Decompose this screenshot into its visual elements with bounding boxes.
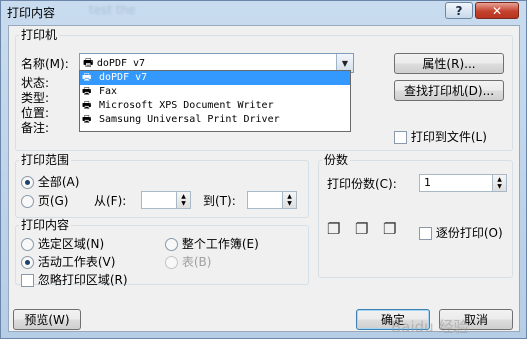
active-sheet-label: 活动工作表(V) xyxy=(37,255,116,269)
find-printer-button[interactable]: 查找打印机(D)... xyxy=(394,80,504,101)
radio-icon xyxy=(165,256,178,269)
print-range-title: 打印范围 xyxy=(19,153,72,167)
spin-down-icon[interactable]: ▼ xyxy=(287,200,292,207)
print-content-title: 打印内容 xyxy=(19,218,72,232)
collate-pages-icon: ❐ xyxy=(383,220,397,238)
printer-group-title: 打印机 xyxy=(19,28,60,42)
title-bar[interactable]: 打印内容 test the ? ✕ xyxy=(1,1,526,23)
spin-up-icon[interactable]: ▲ xyxy=(287,193,292,200)
printer-name-label: 名称(M): xyxy=(21,57,69,71)
printer-icon: 🖶 xyxy=(82,72,92,83)
printer-select-value: doPDF v7 xyxy=(96,58,146,69)
print-to-file-label: 打印到文件(L) xyxy=(410,130,487,144)
range-all-label: 全部(A) xyxy=(37,175,80,189)
range-pages-label: 页(G) xyxy=(37,194,69,208)
status-label: 状态: xyxy=(21,76,50,90)
radio-selected-icon[interactable] xyxy=(21,176,34,189)
ignore-print-area-checkbox[interactable]: 忽略打印区域(R) xyxy=(21,273,128,287)
printer-dropdown-list: 🖶 doPDF v7 🖶 Fax 🖶 Microsoft XPS Document W… xyxy=(79,70,351,132)
dialog-body: 打印机 名称(M): 🖶 doPDF v7 ▼ 🖶 doPDF v7 🖶 Fax 🖶… xyxy=(8,25,520,336)
range-all-radio[interactable]: 全部(A) xyxy=(21,175,79,189)
spin-down-icon[interactable]: ▼ xyxy=(497,183,502,190)
radio-icon[interactable] xyxy=(165,238,178,251)
printer-icon: 🖶 xyxy=(82,114,92,125)
radio-icon[interactable] xyxy=(21,195,34,208)
collate-pages-icon: ❐ xyxy=(327,220,341,238)
to-spinner[interactable]: ▲ ▼ xyxy=(282,191,297,209)
dropdown-option-xps[interactable]: 🖶 Microsoft XPS Document Writer xyxy=(80,99,350,113)
collate-label: 逐份打印(O) xyxy=(435,226,503,240)
from-label: 从(F): xyxy=(94,194,127,208)
type-label: 类型: xyxy=(21,91,50,105)
table-label: 表(B) xyxy=(181,255,212,269)
radio-icon[interactable] xyxy=(21,238,34,251)
printer-icon: 🖶 xyxy=(82,100,92,111)
checkbox-box[interactable] xyxy=(419,227,432,240)
preview-button[interactable]: 预览(W) xyxy=(13,309,81,330)
spin-down-icon[interactable]: ▼ xyxy=(181,200,186,207)
from-spinner[interactable]: ▲ ▼ xyxy=(176,191,191,209)
range-pages-radio[interactable]: 页(G) xyxy=(21,194,69,208)
baidu-watermark: Baidu 经验 xyxy=(391,318,469,336)
radio-selected-icon[interactable] xyxy=(21,256,34,269)
spin-up-icon[interactable]: ▲ xyxy=(497,176,502,183)
checkbox-box[interactable] xyxy=(394,131,407,144)
copies-count-label: 打印份数(C): xyxy=(327,177,397,191)
location-label: 位置: xyxy=(21,106,50,120)
copies-count-input[interactable]: 1 xyxy=(419,174,493,192)
collate-pages-icon: ❐ xyxy=(355,220,369,238)
fax-icon: 🖶 xyxy=(82,86,92,97)
print-to-file-checkbox[interactable]: 打印到文件(L) xyxy=(394,130,487,144)
comment-label: 备注: xyxy=(21,121,50,135)
copies-spinner[interactable]: ▲ ▼ xyxy=(492,174,507,192)
dialog-title: 打印内容 xyxy=(7,6,56,20)
selection-label: 选定区域(N) xyxy=(37,237,105,251)
help-button[interactable]: ? xyxy=(445,2,473,19)
dropdown-option-fax[interactable]: 🖶 Fax xyxy=(80,85,350,99)
close-button[interactable]: ✕ xyxy=(475,2,519,19)
active-sheet-radio[interactable]: 活动工作表(V) xyxy=(21,255,115,269)
blurred-background-title: test the xyxy=(89,3,136,17)
selection-radio[interactable]: 选定区域(N) xyxy=(21,237,104,251)
entire-workbook-radio[interactable]: 整个工作簿(E) xyxy=(165,237,259,251)
table-radio: 表(B) xyxy=(165,255,211,269)
collate-checkbox[interactable]: 逐份打印(O) xyxy=(419,226,503,240)
ignore-print-area-label: 忽略打印区域(R) xyxy=(37,273,128,287)
checkbox-box[interactable] xyxy=(21,274,34,287)
dropdown-option-dopdf[interactable]: 🖶 doPDF v7 xyxy=(80,71,350,85)
copies-group-title: 份数 xyxy=(322,153,351,167)
properties-button[interactable]: 属性(R)... xyxy=(394,53,504,74)
entire-workbook-label: 整个工作簿(E) xyxy=(181,237,259,251)
print-range-group xyxy=(15,160,309,218)
spin-up-icon[interactable]: ▲ xyxy=(181,193,186,200)
from-page-input[interactable] xyxy=(141,191,177,209)
to-label: 到(T): xyxy=(203,194,236,208)
dropdown-option-samsung[interactable]: 🖶 Samsung Universal Print Driver xyxy=(80,113,350,127)
print-dialog-window: 打印内容 test the ? ✕ 打印机 名称(M): 🖶 doPDF v7 … xyxy=(0,0,527,339)
to-page-input[interactable] xyxy=(247,191,283,209)
printer-icon: 🖶 xyxy=(83,56,94,69)
